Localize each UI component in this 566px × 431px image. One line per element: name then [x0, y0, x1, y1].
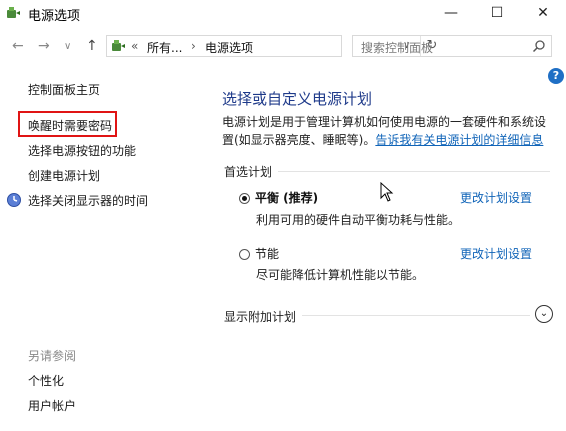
help-icon[interactable]: ? [548, 68, 564, 84]
display-off-icon [7, 193, 21, 207]
power-saver-plan-description: 尽可能降低计算机性能以节能。 [256, 268, 425, 282]
show-additional-plans-label[interactable]: 显示附加计划 [224, 308, 296, 325]
breadcrumb-overflow[interactable]: « [131, 39, 138, 53]
address-box[interactable]: « 所有... › 电源选项 ∨ ↻ [106, 35, 437, 57]
back-button[interactable]: ← [12, 38, 24, 54]
require-password-on-wakeup-link[interactable]: 唤醒时需要密码 [28, 117, 112, 134]
close-button[interactable]: ✕ [520, 0, 566, 26]
minimize-button[interactable]: — [428, 0, 474, 26]
description: 电源计划是用于管理计算机如何使用电源的一套硬件和系统设置(如显示器亮度、睡眠等)… [222, 113, 547, 149]
navigation-bar: ← → ∨ ↑ « 所有... › 电源选项 ∨ ↻ 搜索控制面板 [0, 32, 566, 62]
display-off-time-link[interactable]: 选择关闭显示器的时间 [28, 192, 148, 209]
power-options-icon [7, 7, 20, 18]
search-input[interactable]: 搜索控制面板 [352, 35, 552, 57]
balanced-plan-radio[interactable] [239, 193, 250, 204]
divider [302, 315, 530, 316]
control-panel-icon [112, 40, 125, 51]
page-title: 选择或自定义电源计划 [222, 90, 373, 108]
balanced-plan-description: 利用可用的硬件自动平衡功耗与性能。 [256, 213, 461, 227]
power-saver-plan-radio[interactable] [239, 249, 250, 260]
up-button[interactable]: ↑ [86, 38, 98, 54]
user-accounts-link[interactable]: 用户帐户 [28, 397, 76, 414]
see-also-heading: 另请参阅 [28, 349, 77, 363]
power-saver-plan-name[interactable]: 节能 [255, 245, 279, 262]
power-plan-info-link[interactable]: 告诉我有关电源计划的详细信息 [375, 133, 543, 147]
breadcrumb-power-options[interactable]: 电源选项 [205, 39, 253, 56]
power-saver-change-settings-link[interactable]: 更改计划设置 [460, 245, 532, 262]
window-title: 电源选项 [28, 9, 81, 24]
radio-selected-dot [242, 196, 247, 201]
forward-button[interactable]: → [38, 38, 50, 54]
search-icon[interactable] [532, 39, 546, 53]
control-panel-home-link[interactable]: 控制面板主页 [28, 81, 100, 98]
search-placeholder: 搜索控制面板 [361, 41, 434, 55]
create-power-plan-link[interactable]: 创建电源计划 [28, 167, 100, 184]
balanced-change-settings-link[interactable]: 更改计划设置 [460, 189, 532, 206]
breadcrumb-all-items[interactable]: 所有... [147, 39, 182, 56]
title-bar: 电源选项 — ☐ ✕ [0, 0, 566, 26]
mouse-cursor-icon [380, 182, 394, 202]
balanced-plan-name[interactable]: 平衡 (推荐) [255, 189, 318, 206]
maximize-button[interactable]: ☐ [474, 0, 520, 26]
preferred-plans-heading: 首选计划 [224, 165, 273, 179]
choose-power-button-link[interactable]: 选择电源按钮的功能 [28, 142, 136, 159]
breadcrumb-separator[interactable]: › [191, 39, 196, 53]
divider [278, 171, 550, 172]
personalization-link[interactable]: 个性化 [28, 372, 64, 389]
recent-locations-button[interactable]: ∨ [64, 41, 71, 52]
expand-additional-plans-button[interactable]: ⌄ [535, 305, 553, 323]
